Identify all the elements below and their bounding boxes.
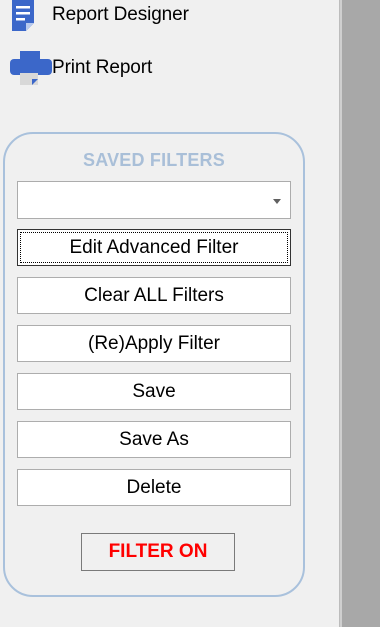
- save-button[interactable]: Save: [17, 373, 291, 410]
- report-designer-label: Report Designer: [52, 4, 189, 25]
- clear-all-filters-button[interactable]: Clear ALL Filters: [17, 277, 291, 314]
- print-report-menu-item[interactable]: Print Report: [10, 50, 152, 86]
- printer-icon: [10, 50, 52, 86]
- left-panel: Report Designer Print Report SAVED FILTE…: [0, 0, 339, 627]
- saved-filter-dropdown[interactable]: [17, 181, 291, 219]
- chevron-down-icon[interactable]: [273, 199, 281, 204]
- right-panel: [342, 0, 380, 627]
- report-designer-menu-item[interactable]: Report Designer: [10, 0, 189, 33]
- delete-button[interactable]: Delete: [17, 469, 291, 506]
- edit-advanced-filter-button[interactable]: Edit Advanced Filter: [17, 229, 291, 266]
- save-as-button[interactable]: Save As: [17, 421, 291, 458]
- report-designer-icon: [10, 0, 52, 33]
- reapply-filter-button[interactable]: (Re)Apply Filter: [17, 325, 291, 362]
- print-report-label: Print Report: [52, 57, 153, 78]
- saved-filters-title: SAVED FILTERS: [83, 150, 225, 170]
- filter-status-indicator: FILTER ON: [81, 533, 235, 571]
